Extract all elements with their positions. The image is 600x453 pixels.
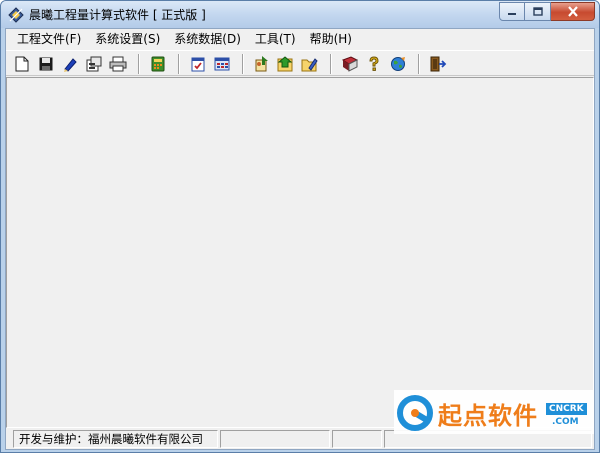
new-file-icon: [15, 56, 29, 72]
window-title: 晨曦工程量计算式软件 [ 正式版 ]: [29, 8, 206, 22]
calculator-icon: [151, 56, 165, 72]
exit-icon: [430, 56, 447, 72]
app-logo-icon: [8, 7, 24, 23]
menu-project-file[interactable]: 工程文件(F): [10, 29, 88, 49]
checklist-icon: [191, 57, 205, 72]
import-icon: [277, 56, 293, 72]
world-button[interactable]: [388, 54, 408, 74]
watermark-logo-icon: [397, 395, 433, 431]
status-developer: 开发与维护：福州晨曦软件有限公司: [13, 430, 218, 448]
app-window: 晨曦工程量计算式软件 [ 正式版 ] 工程文件(F) 系统设置(S) 系统数据(…: [0, 0, 600, 453]
close-button[interactable]: [551, 2, 595, 21]
menu-system-data[interactable]: 系统数据(D): [167, 29, 248, 49]
maximize-button[interactable]: [525, 2, 551, 21]
menu-tools[interactable]: 工具(T): [248, 29, 303, 49]
properties-button[interactable]: [84, 54, 104, 74]
book-button[interactable]: [340, 54, 360, 74]
toolbar-separator: [330, 54, 332, 74]
new-file-button[interactable]: [12, 54, 32, 74]
book-icon: [341, 56, 359, 72]
status-panel-3: [332, 430, 382, 448]
import-button[interactable]: [276, 54, 296, 74]
print-button[interactable]: [108, 54, 128, 74]
world-icon: [391, 57, 405, 71]
properties-icon: [86, 56, 102, 72]
close-icon: [567, 6, 578, 17]
edit-button[interactable]: [60, 54, 80, 74]
edit-folder-icon: [301, 58, 318, 72]
menu-system-settings[interactable]: 系统设置(S): [88, 29, 167, 49]
checklist-button[interactable]: [188, 54, 208, 74]
edit-folder-button[interactable]: [300, 54, 320, 74]
print-icon: [109, 56, 127, 72]
toolbar-separator: [418, 54, 420, 74]
watermark-tag: CNCRK: [546, 403, 587, 415]
minimize-icon: [508, 12, 516, 15]
edit-icon: [64, 58, 77, 72]
menu-help[interactable]: 帮助(H): [303, 29, 359, 49]
status-panel-2: [220, 430, 330, 448]
watermark-domain: .COM: [552, 417, 579, 427]
client-area: 工程文件(F) 系统设置(S) 系统数据(D) 工具(T) 帮助(H) 开发与维…: [5, 28, 595, 450]
toolbar-separator: [138, 54, 140, 74]
toolbar: [6, 50, 594, 76]
exit-button[interactable]: [428, 54, 448, 74]
export-button[interactable]: [252, 54, 272, 74]
toolbar-separator: [242, 54, 244, 74]
title-bar[interactable]: 晨曦工程量计算式软件 [ 正式版 ]: [1, 1, 599, 28]
export-icon: [255, 56, 268, 72]
minimize-button[interactable]: [499, 2, 525, 21]
maximize-icon: [532, 7, 543, 16]
main-workspace[interactable]: [6, 77, 594, 428]
help-icon: [369, 56, 379, 71]
calculator-button[interactable]: [148, 54, 168, 74]
table-grid-icon: [214, 57, 230, 71]
toolbar-separator: [178, 54, 180, 74]
save-icon: [39, 57, 53, 71]
watermark-brand: 起点软件: [438, 402, 538, 430]
table-grid-button[interactable]: [212, 54, 232, 74]
help-button[interactable]: [364, 54, 384, 74]
save-button[interactable]: [36, 54, 56, 74]
window-controls: [499, 2, 595, 21]
watermark: 起点软件 CNCRK .COM: [394, 390, 594, 434]
menu-bar: 工程文件(F) 系统设置(S) 系统数据(D) 工具(T) 帮助(H): [6, 29, 594, 49]
